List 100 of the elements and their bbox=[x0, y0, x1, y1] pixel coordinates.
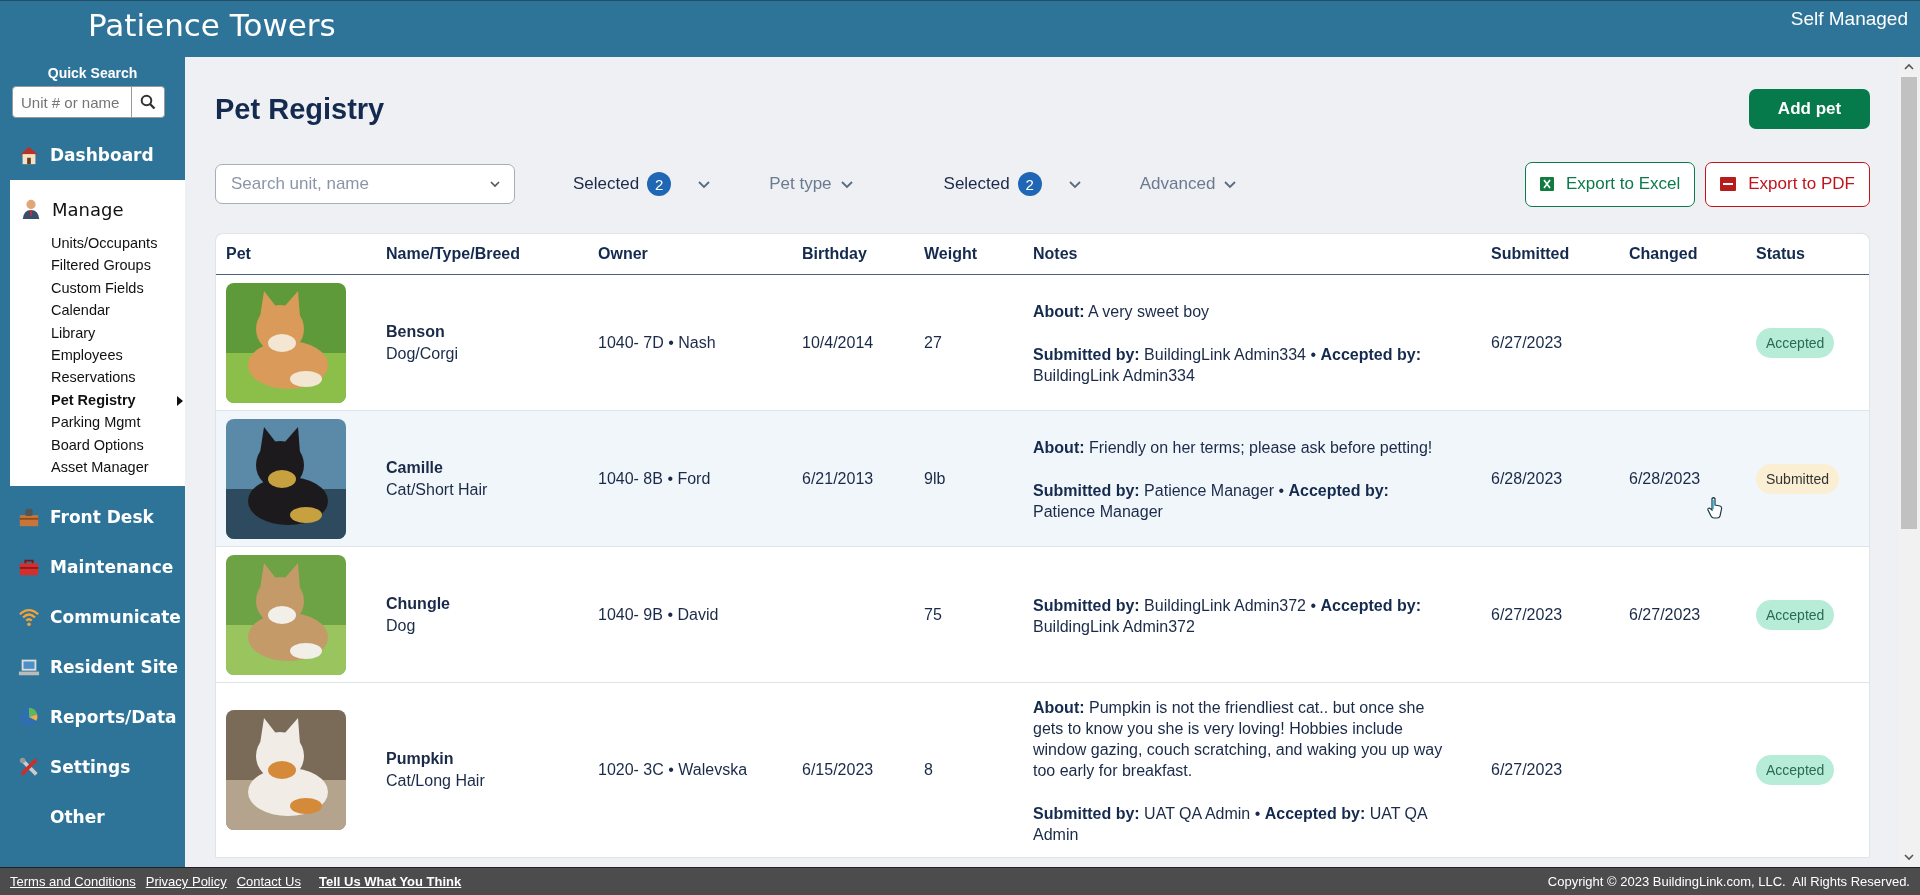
birthday-cell: 10/4/2014 bbox=[802, 333, 874, 352]
pet-name: Chungle bbox=[386, 594, 450, 613]
changed-date: 6/28/2023 bbox=[1629, 469, 1701, 488]
person-icon bbox=[20, 198, 42, 220]
scroll-down-icon bbox=[1904, 853, 1914, 861]
nav-subitem[interactable]: Units/Occupants bbox=[10, 232, 185, 255]
changed-date: 6/27/2023 bbox=[1629, 605, 1701, 624]
nav-item[interactable]: Manage bbox=[10, 186, 185, 232]
note-text: Submitted by: UAT QA Admin • Accepted by: UAT QA Admin bbox=[1033, 804, 1429, 845]
caret-icon bbox=[1223, 179, 1238, 189]
search-button[interactable] bbox=[132, 86, 165, 118]
pet-type: Cat/Short Hair bbox=[386, 480, 488, 499]
nav-subitem[interactable]: Library bbox=[10, 321, 185, 345]
hand-cursor-icon bbox=[1707, 497, 1723, 519]
submitted-date: 6/28/2023 bbox=[1491, 469, 1563, 488]
filter-dropdown[interactable]: Pet type bbox=[769, 174, 854, 194]
quick-search-label: Quick Search bbox=[46, 65, 139, 81]
filter-dropdown[interactable]: Selected 2 bbox=[943, 172, 1082, 196]
page-title: Pet Registry bbox=[215, 92, 385, 126]
copyright-text: Copyright © 2023 BuildingLink.com, LLC. All Rights Reserved. bbox=[1547, 874, 1910, 889]
nav-subitem[interactable]: Reservations bbox=[10, 366, 185, 389]
birthday-cell: 6/15/2023 bbox=[802, 761, 874, 779]
nav-subitem[interactable]: Parking Mgmt bbox=[10, 411, 185, 434]
weight-cell: 8 bbox=[924, 761, 933, 779]
nav-item[interactable]: Reports/Data bbox=[0, 692, 185, 743]
footer-link[interactable]: Terms and Conditions bbox=[10, 874, 136, 889]
column-header: Changed bbox=[1629, 245, 1699, 263]
pet-name: Camille bbox=[386, 458, 443, 477]
filter-dropdown[interactable]: Selected 2 bbox=[573, 172, 712, 196]
pdf-icon bbox=[1720, 177, 1737, 191]
caret-icon bbox=[489, 180, 501, 188]
search-icon bbox=[140, 94, 156, 110]
column-header: Status bbox=[1756, 245, 1806, 263]
submitted-date: 6/27/2023 bbox=[1491, 605, 1563, 624]
submitted-date: 6/27/2023 bbox=[1491, 761, 1563, 779]
nav-subitem[interactable]: Filtered Groups bbox=[10, 254, 185, 277]
pet-type: Dog/Corgi bbox=[386, 344, 459, 363]
toolbox-icon bbox=[18, 506, 40, 529]
footer-link[interactable]: Contact Us bbox=[236, 874, 301, 889]
footer-link[interactable]: Privacy Policy bbox=[145, 874, 227, 889]
weight-cell: 9lb bbox=[924, 469, 946, 488]
nav-subitem[interactable]: Calendar bbox=[10, 299, 185, 322]
pet-name: Pumpkin bbox=[386, 750, 454, 768]
note-text: Submitted by: Patience Manager • Accepted by: Patience Manager bbox=[1033, 481, 1390, 522]
table-row[interactable]: Benson Dog/Corgi 1040- 7D • Nash 10/4/2014 27 About: A very sweet boy Submitted by: BuildingLink Admin334 • Accepted by: BuildingLink Admin334 6/27/2023 Accepted bbox=[216, 275, 1869, 411]
nav-item[interactable]: Other bbox=[0, 792, 185, 843]
column-header: Name/Type/Breed bbox=[386, 245, 521, 263]
pet-name: Benson bbox=[386, 322, 445, 341]
note-text: About: Pumpkin is not the friendliest cat.. but once she gets to know you she is very loving! Hobbies include window gazing, couch scratching, and waking you up way too early for breakfast. bbox=[1033, 698, 1444, 781]
site-title: Patience Towers bbox=[88, 7, 336, 43]
nav-item[interactable]: Communicate bbox=[0, 592, 185, 643]
pet-type: Cat/Long Hair bbox=[386, 772, 485, 790]
nav-item[interactable]: Maintenance bbox=[0, 542, 185, 593]
submitted-date: 6/27/2023 bbox=[1491, 333, 1563, 352]
note-text: Submitted by: BuildingLink Admin334 • Accepted by: BuildingLink Admin334 bbox=[1033, 345, 1422, 386]
column-header: Birthday bbox=[802, 245, 868, 263]
note-text: About: A very sweet boy bbox=[1033, 302, 1210, 322]
quick-search-field[interactable]: Unit # or name bbox=[12, 86, 132, 118]
caret-icon bbox=[697, 179, 712, 189]
column-header: Pet bbox=[226, 245, 252, 263]
column-header: Owner bbox=[598, 245, 649, 263]
owner-cell: 1020- 3C • Walevska bbox=[598, 761, 748, 779]
status-badge: Accepted bbox=[1756, 327, 1835, 358]
owner-cell: 1040- 8B • Ford bbox=[598, 469, 711, 488]
table-row[interactable]: Chungle Dog 1040- 9B • David 75 Submitted by: BuildingLink Admin372 • Accepted by: BuildingLink Admin372 6/27/2023 6/27/2023 Accepted bbox=[216, 547, 1869, 683]
house-icon bbox=[18, 144, 40, 166]
caret-icon bbox=[1067, 179, 1082, 189]
excel-icon bbox=[1539, 177, 1554, 191]
nav-item[interactable]: Front Desk bbox=[0, 492, 185, 543]
nav-subitem[interactable]: Custom Fields bbox=[10, 276, 185, 300]
nav-subitem[interactable]: Employees bbox=[10, 344, 185, 367]
birthday-cell: 6/21/2013 bbox=[802, 469, 874, 488]
scroll-up-icon bbox=[1904, 63, 1914, 71]
column-header: Notes bbox=[1033, 245, 1079, 263]
status-badge: Submitted bbox=[1756, 463, 1840, 494]
status-badge: Accepted bbox=[1756, 599, 1835, 630]
add-pet-button[interactable]: Add pet bbox=[1749, 89, 1870, 129]
weight-cell: 27 bbox=[924, 333, 942, 352]
nav-item[interactable]: Settings bbox=[0, 742, 185, 793]
export-pdf-button[interactable]: Export to PDF bbox=[1705, 161, 1870, 207]
feedback-link[interactable]: Tell Us What You Think bbox=[318, 874, 462, 889]
wifi-icon bbox=[18, 606, 40, 629]
nav-subitem[interactable]: Asset Manager bbox=[10, 456, 185, 479]
caret-icon bbox=[839, 179, 854, 189]
nav-subitem[interactable]: Board Options bbox=[10, 433, 185, 457]
scrollbar[interactable] bbox=[1898, 57, 1920, 867]
search-field[interactable]: Search unit, name bbox=[215, 164, 515, 204]
pie-chart-icon bbox=[18, 706, 40, 729]
nav-item[interactable]: Dashboard bbox=[0, 130, 185, 180]
nav-item[interactable]: Resident Site bbox=[0, 642, 185, 693]
column-header: Submitted bbox=[1491, 245, 1571, 263]
filter-dropdown[interactable]: Advanced bbox=[1139, 174, 1238, 194]
pet-type: Dog bbox=[386, 616, 416, 635]
status-badge: Accepted bbox=[1756, 755, 1835, 785]
management-mode: Self Managed bbox=[1790, 8, 1908, 30]
table-row[interactable] bbox=[216, 411, 1869, 547]
note-text: Submitted by: BuildingLink Admin372 • Accepted by: BuildingLink Admin372 bbox=[1033, 595, 1422, 637]
owner-cell: 1040- 9B • David bbox=[598, 605, 719, 624]
export-excel-button[interactable]: Export to Excel bbox=[1524, 161, 1696, 207]
column-header: Weight bbox=[924, 245, 979, 263]
